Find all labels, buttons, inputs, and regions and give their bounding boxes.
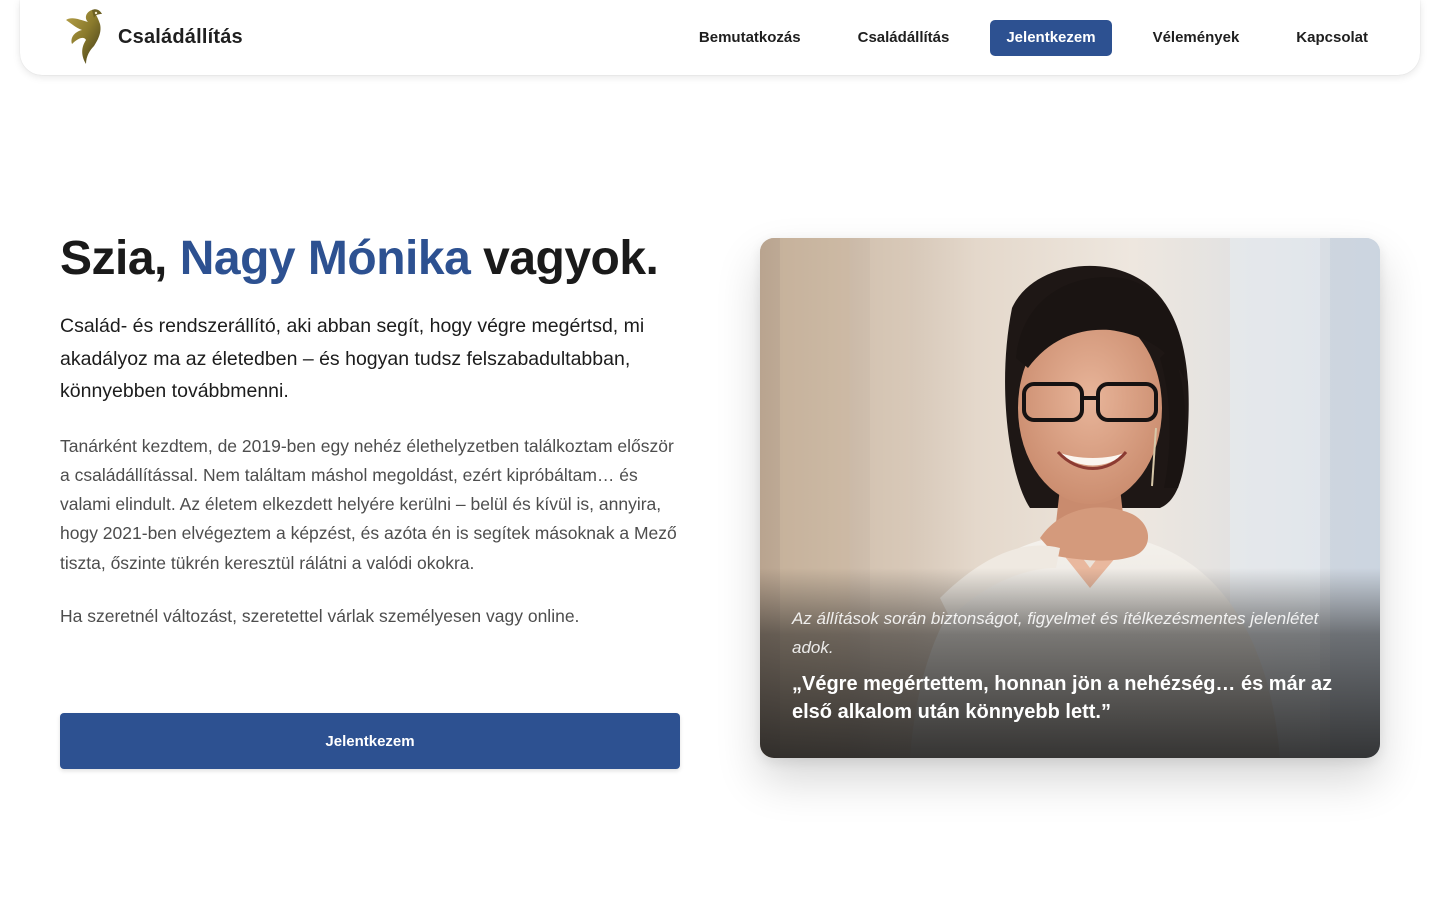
phoenix-logo-icon <box>66 9 102 64</box>
brand-name: Családállítás <box>118 25 243 48</box>
nav-item-bemutatkozas[interactable]: Bemutatkozás <box>683 20 817 56</box>
nav-item-kapcsolat[interactable]: Kapcsolat <box>1280 20 1384 56</box>
photo-caption: Az állítások során biztonságot, figyelme… <box>792 609 1319 657</box>
hero-title-suffix: vagyok. <box>470 232 659 285</box>
main-nav: Bemutatkozás Családállítás Jelentkezem V… <box>683 20 1384 56</box>
nav-item-jelentkezem[interactable]: Jelentkezem <box>990 20 1112 56</box>
testimonial-quote: „Végre megértettem, honnan jön a nehézsé… <box>792 673 1333 723</box>
photo-gradient-overlay <box>760 568 1380 758</box>
hero-body: Tanárként kezdtem, de 2019-ben egy nehéz… <box>60 435 677 573</box>
brand-home-link[interactable]: Családállítás <box>62 6 243 68</box>
site-header: Családállítás Bemutatkozás Családállítás… <box>20 0 1420 75</box>
portrait-card: Az állítások során biztonságot, figyelme… <box>760 238 1380 758</box>
hero-lead: Család- és rendszerállító, aki abban seg… <box>60 315 645 402</box>
apply-button[interactable]: Jelentkezem <box>60 713 680 769</box>
hero-title-name: Nagy Mónika <box>179 232 471 285</box>
hero-invitation: Ha szeretnél változást, szeretettel várl… <box>60 605 580 626</box>
hero-intro: Szia, Nagy Mónika vagyok. Család- és ren… <box>60 228 680 631</box>
hero-title: Szia, Nagy Mónika vagyok. <box>60 228 680 290</box>
nav-item-velemenyek[interactable]: Vélemények <box>1137 20 1256 56</box>
nav-item-csaladallitas[interactable]: Családállítás <box>842 20 966 56</box>
hero-title-prefix: Szia, <box>60 232 180 285</box>
